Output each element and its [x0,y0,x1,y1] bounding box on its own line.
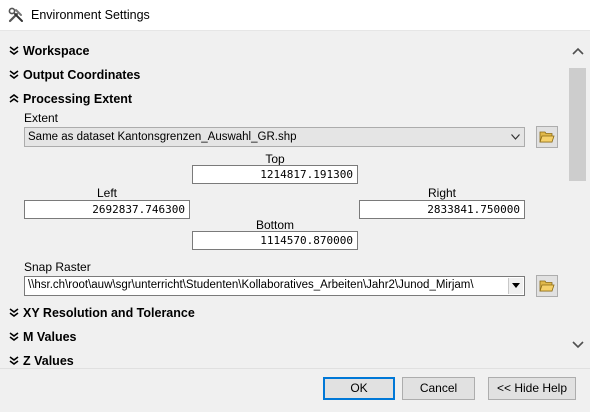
chevron-down-icon [9,46,19,55]
title-bar: Environment Settings [0,0,590,31]
chevron-up-icon [9,94,19,103]
section-label: Output Coordinates [23,68,141,82]
snap-raster-dropdown[interactable]: \\hsr.ch\root\auw\sgr\unterricht\Student… [24,276,525,296]
chevron-down-icon [9,70,19,79]
section-label: XY Resolution and Tolerance [23,306,195,320]
extent-browse-button[interactable] [536,126,558,148]
section-label: Z Values [23,354,74,368]
ok-button[interactable]: OK [323,377,395,400]
folder-open-icon [539,131,555,143]
bottom-label: Bottom [255,218,294,232]
snap-raster-value: \\hsr.ch\root\auw\sgr\unterricht\Student… [28,279,474,291]
section-label: M Values [23,330,77,344]
vertical-scrollbar[interactable] [568,31,588,368]
cancel-button[interactable]: Cancel [402,377,475,400]
tools-icon [8,7,23,23]
section-output-coordinates[interactable]: Output Coordinates [9,68,140,82]
dialog-footer: OK Cancel << Hide Help [0,368,590,412]
chevron-down-icon [511,134,520,140]
snap-raster-browse-button[interactable] [536,275,558,297]
scroll-up-icon[interactable] [568,44,588,60]
bottom-input[interactable]: 1114570.870000 [192,231,358,250]
section-label: Processing Extent [23,92,133,106]
chevron-down-icon [9,356,19,365]
scrollbar-thumb[interactable] [569,68,586,181]
left-label: Left [96,186,117,200]
hide-help-button[interactable]: << Hide Help [488,377,576,400]
snap-raster-dropdown-arrow[interactable] [508,278,523,294]
section-workspace[interactable]: Workspace [9,44,89,58]
chevron-down-icon [9,332,19,341]
right-input[interactable]: 2833841.750000 [359,200,525,219]
right-label: Right [427,186,456,200]
chevron-down-icon [9,308,19,317]
section-m-values[interactable]: M Values [9,330,77,344]
section-processing-extent[interactable]: Processing Extent [9,92,132,106]
folder-open-icon [539,280,555,292]
section-xy-resolution[interactable]: XY Resolution and Tolerance [9,306,195,320]
settings-panel: Workspace Output Coordinates Processing … [0,31,590,368]
extent-dropdown[interactable]: Same as dataset Kantonsgrenzen_Auswahl_G… [24,127,525,147]
top-label: Top [265,152,285,166]
scroll-down-icon[interactable] [568,337,588,353]
extent-label: Extent [24,111,59,125]
top-input[interactable]: 1214817.191300 [192,165,358,184]
snap-raster-label: Snap Raster [24,260,91,274]
triangle-down-icon [512,283,520,288]
extent-selected-value: Same as dataset Kantonsgrenzen_Auswahl_G… [28,131,297,143]
left-input[interactable]: 2692837.746300 [24,200,190,219]
window-title: Environment Settings [31,8,150,22]
section-z-values[interactable]: Z Values [9,354,74,368]
section-label: Workspace [23,44,90,58]
divider [0,368,590,369]
